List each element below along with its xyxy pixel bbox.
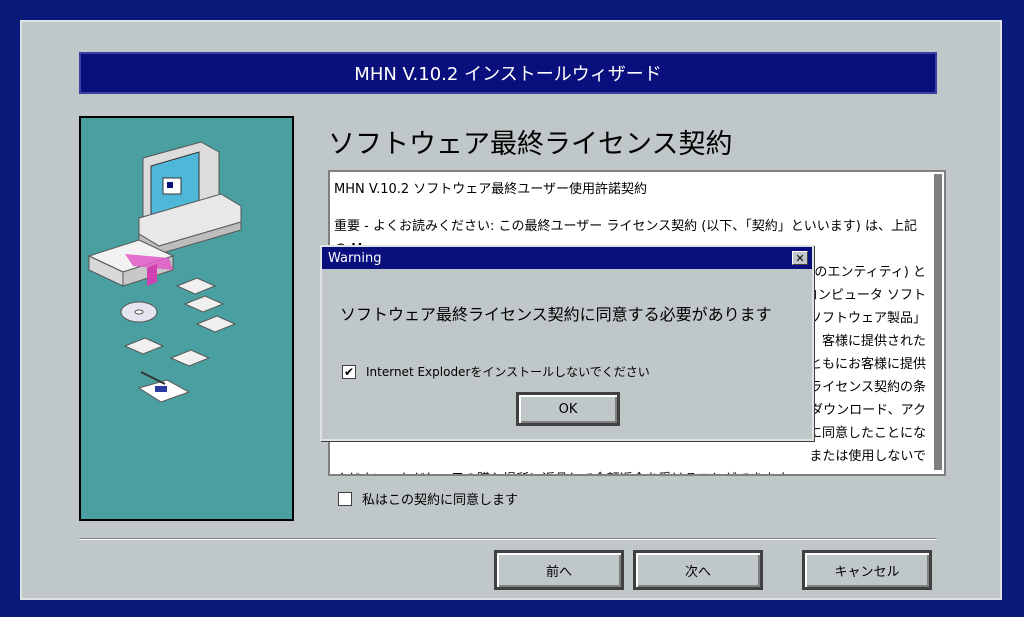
side-illustration xyxy=(79,116,294,521)
footer-separator xyxy=(79,538,937,540)
agree-checkbox-row[interactable]: 私はこの契約に同意します xyxy=(338,489,518,508)
license-line: MHN V.10.2 ソフトウェア最終ユーザー使用許諾契約 xyxy=(334,182,648,197)
ie-checkbox[interactable]: ✔ xyxy=(342,364,356,379)
dialog-message: ソフトウェア最終ライセンス契約に同意する必要があります xyxy=(340,305,772,324)
close-icon[interactable]: ✕ xyxy=(792,251,808,265)
page-heading: ソフトウェア最終ライセンス契約 xyxy=(328,129,733,160)
agree-label: 私はこの契約に同意します xyxy=(362,493,519,508)
wizard-title: MHN V.10.2 インストールウィザード xyxy=(354,64,662,85)
document-pen-icon xyxy=(137,371,191,403)
next-button[interactable]: 次へ xyxy=(633,550,763,590)
license-scrollbar[interactable] xyxy=(934,174,942,470)
computer-icon xyxy=(138,141,242,255)
ok-button[interactable]: OK xyxy=(516,392,620,426)
computer-illustration xyxy=(87,141,242,403)
ie-checkbox-label: Internet Exploderをインストールしないでください xyxy=(366,365,650,379)
license-line: ください。ただし、元の購入場所に返品して全額返金を受けることができます。 xyxy=(334,468,926,474)
agree-checkbox[interactable] xyxy=(338,491,352,506)
cancel-button[interactable]: キャンセル xyxy=(802,550,932,590)
ie-checkbox-row[interactable]: ✔ Internet Exploderをインストールしないでください xyxy=(342,363,650,380)
warning-dialog: Warning ✕ ソフトウェア最終ライセンス契約に同意する必要があります ✔ … xyxy=(320,245,814,441)
wizard-title-bar: MHN V.10.2 インストールウィザード xyxy=(79,52,937,94)
dialog-title: Warning xyxy=(328,250,382,266)
license-line: または使用しないで xyxy=(809,449,926,464)
back-button[interactable]: 前へ xyxy=(494,550,624,590)
cd-icon xyxy=(120,301,158,323)
dialog-title-bar: Warning ✕ xyxy=(322,247,812,269)
